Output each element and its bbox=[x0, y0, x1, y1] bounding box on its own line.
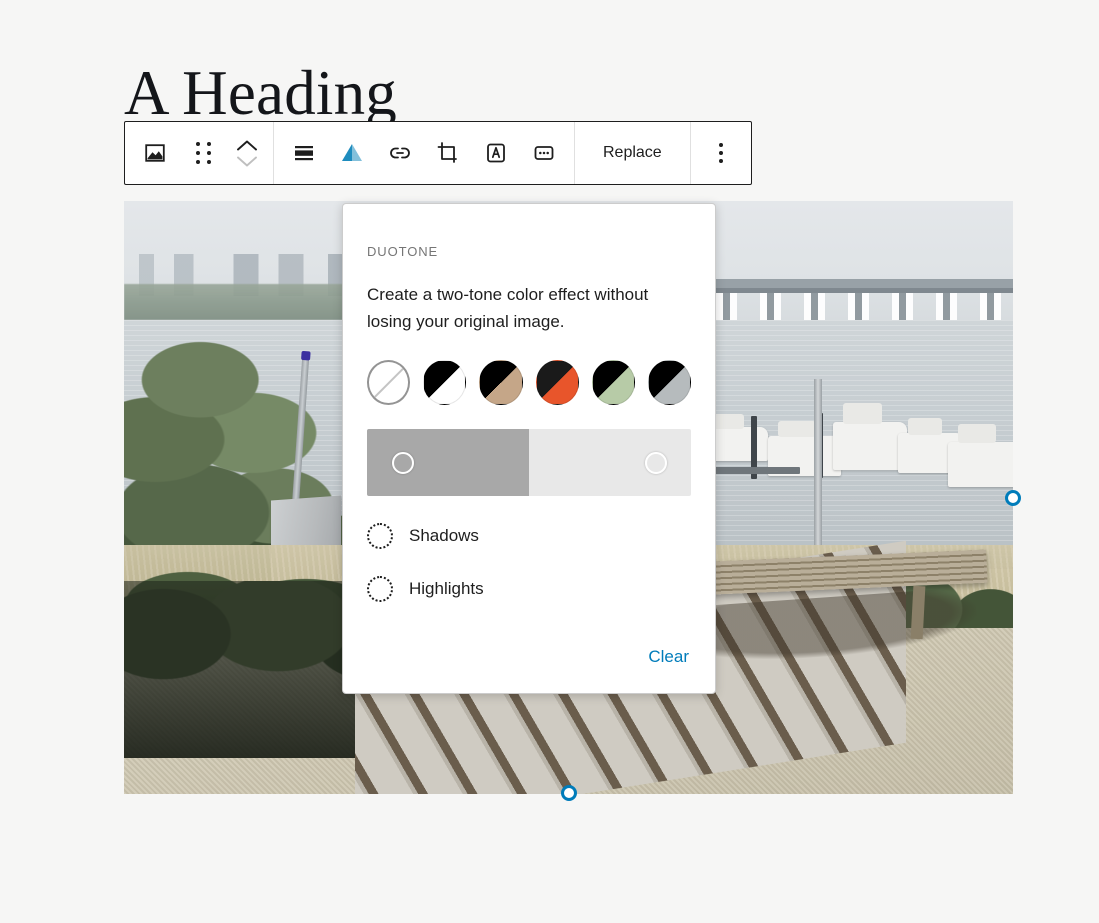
toolbar-group-replace: Replace bbox=[575, 122, 691, 184]
duotone-preset-grayscale[interactable] bbox=[423, 360, 467, 406]
highlights-label: Highlights bbox=[409, 579, 484, 599]
duotone-preset-none[interactable] bbox=[367, 360, 411, 406]
more-options-box-icon[interactable] bbox=[520, 129, 568, 177]
shadows-label: Shadows bbox=[409, 526, 479, 546]
gradient-shadow-half[interactable] bbox=[367, 429, 529, 497]
link-icon[interactable] bbox=[376, 129, 424, 177]
drag-handle-icon[interactable] bbox=[179, 129, 227, 177]
duotone-section-label: DUOTONE bbox=[367, 244, 439, 259]
add-text-over-image-icon[interactable] bbox=[472, 129, 520, 177]
boat bbox=[833, 403, 907, 470]
chevron-down-icon bbox=[237, 156, 257, 166]
duotone-popover: DUOTONE Create a two-tone color effect w… bbox=[342, 203, 716, 694]
align-icon[interactable] bbox=[280, 129, 328, 177]
shadows-color-row[interactable]: Shadows bbox=[367, 523, 691, 550]
duotone-preset-tan[interactable] bbox=[479, 360, 523, 406]
block-toolbar: Replace bbox=[124, 121, 752, 185]
highlights-color-row[interactable]: Highlights bbox=[367, 576, 691, 603]
duotone-description: Create a two-tone color effect without l… bbox=[367, 285, 649, 332]
duotone-popover-footer: Clear bbox=[646, 643, 691, 671]
duotone-icon[interactable] bbox=[328, 129, 376, 177]
toolbar-group-format bbox=[274, 122, 575, 184]
highlights-color-swatch-icon bbox=[367, 576, 393, 603]
image-icon[interactable] bbox=[131, 129, 179, 177]
editor-canvas: A Heading Replace DUOTONE Create a two-t… bbox=[0, 0, 1099, 923]
block-mover[interactable] bbox=[227, 129, 267, 177]
ellipsis-dots bbox=[718, 143, 723, 163]
vertical-ellipsis-icon[interactable] bbox=[697, 129, 745, 177]
duotone-gradient-bar[interactable] bbox=[367, 429, 691, 497]
crop-icon[interactable] bbox=[424, 129, 472, 177]
chevron-up-icon bbox=[237, 140, 257, 150]
gradient-highlight-handle[interactable] bbox=[645, 451, 667, 474]
clear-button[interactable]: Clear bbox=[646, 643, 691, 671]
resize-handle-bottom[interactable] bbox=[561, 785, 577, 801]
gradient-shadow-handle[interactable] bbox=[392, 451, 414, 474]
duotone-preset-list bbox=[367, 360, 692, 406]
drag-dots bbox=[195, 142, 211, 164]
shadows-color-swatch-icon bbox=[367, 523, 393, 550]
duotone-preset-orange[interactable] bbox=[535, 360, 579, 406]
replace-button[interactable]: Replace bbox=[581, 144, 684, 162]
toolbar-group-options bbox=[691, 122, 751, 184]
resize-handle-right[interactable] bbox=[1005, 490, 1021, 506]
duotone-preset-green[interactable] bbox=[591, 360, 635, 406]
toolbar-group-block bbox=[125, 122, 274, 184]
duotone-preset-gray[interactable] bbox=[647, 360, 692, 406]
boat bbox=[947, 424, 1013, 488]
gradient-highlight-half[interactable] bbox=[529, 429, 691, 497]
